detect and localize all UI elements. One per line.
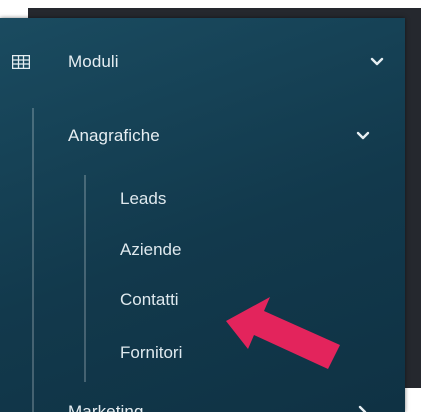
menu-item-moduli[interactable]: Moduli — [0, 42, 405, 82]
sidebar-menu: Moduli Anagrafiche Leads Aziende Contatt… — [0, 18, 405, 412]
annotation-arrow-icon — [226, 297, 340, 369]
submenu-item-leads[interactable]: Leads — [0, 179, 405, 219]
menu-item-marketing[interactable]: Marketing — [0, 392, 405, 412]
submenu-item-label: Aziende — [120, 240, 182, 259]
menu-item-anagrafiche-label: Anagrafiche — [68, 126, 160, 145]
submenu-item-contatti[interactable]: Contatti — [0, 280, 405, 320]
chevron-down-icon[interactable] — [355, 128, 371, 144]
menu-item-moduli-label: Moduli — [68, 52, 119, 71]
menu-item-marketing-label: Marketing — [68, 402, 144, 412]
submenu-item-fornitori[interactable]: Fornitori — [0, 333, 405, 373]
grid-icon — [12, 55, 30, 69]
chevron-down-icon[interactable] — [369, 54, 385, 70]
menu-item-anagrafiche[interactable]: Anagrafiche — [0, 116, 405, 156]
submenu-item-aziende[interactable]: Aziende — [0, 230, 405, 270]
submenu-item-label: Leads — [120, 189, 167, 208]
submenu-item-label: Contatti — [120, 290, 179, 309]
submenu-item-label: Fornitori — [120, 343, 183, 362]
chevron-right-icon[interactable] — [355, 404, 371, 412]
